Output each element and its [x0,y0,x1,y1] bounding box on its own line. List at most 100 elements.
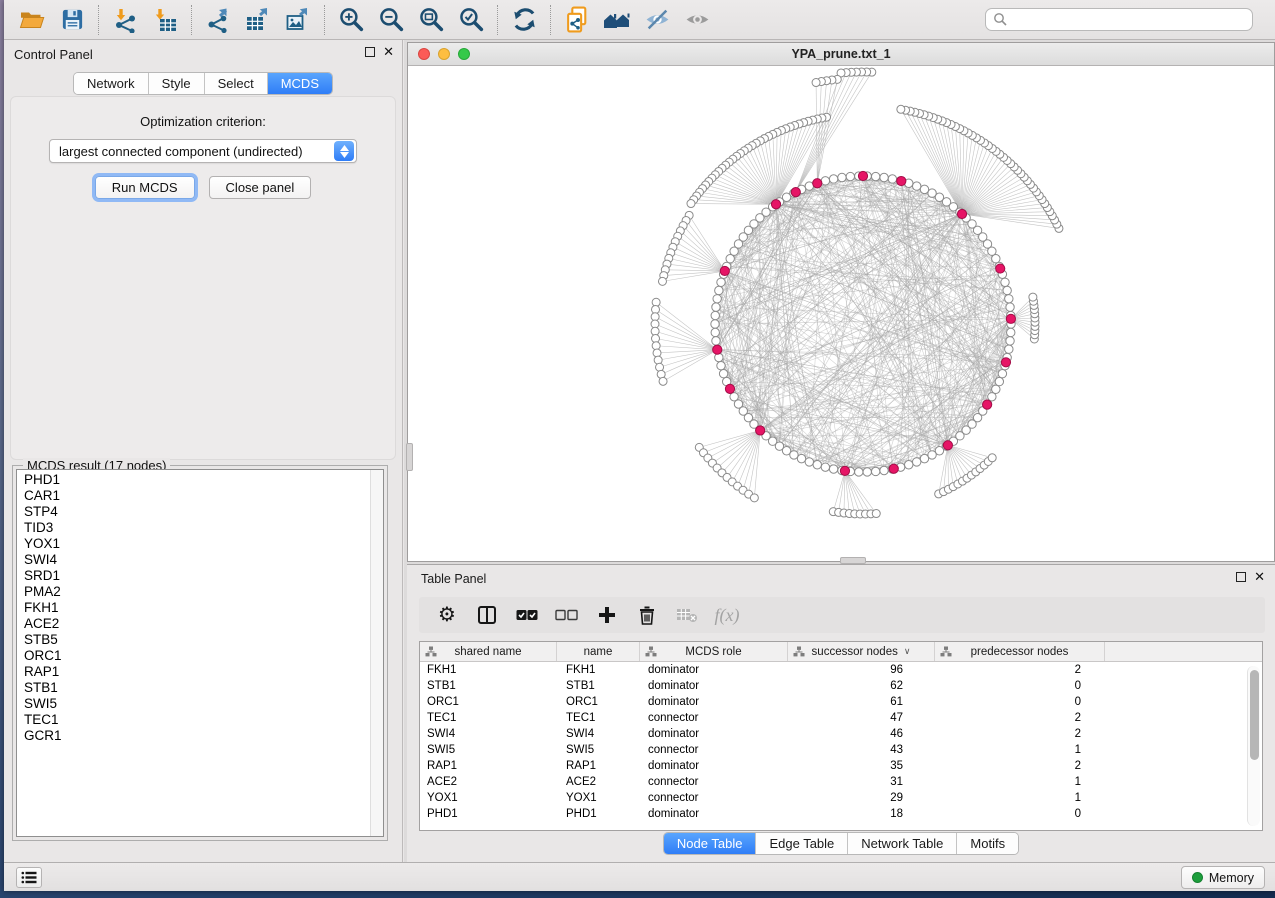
cell-successor-nodes[interactable]: 62 [788,680,935,692]
mcds-result-item[interactable]: TEC1 [17,712,370,728]
tab-network-table[interactable]: Network Table [848,833,957,854]
window-close-light[interactable] [418,48,430,60]
table-row[interactable]: ACE2ACE2connector311 [420,774,1262,790]
table-row[interactable]: FKH1FKH1dominator962 [420,662,1262,678]
add-column-icon[interactable] [589,600,625,630]
cell-successor-nodes[interactable]: 35 [788,760,935,772]
cell-mcds-role[interactable]: dominator [640,696,788,708]
cell-name[interactable]: STB1 [557,680,640,692]
table-row[interactable]: RAP1RAP1dominator352 [420,758,1262,774]
mcds-result-item[interactable]: FKH1 [17,600,370,616]
cell-shared-name[interactable]: PHD1 [420,808,557,820]
split-divider-grabber-vertical[interactable] [406,443,413,471]
cell-name[interactable]: ACE2 [557,776,640,788]
cell-shared-name[interactable]: FKH1 [420,664,557,676]
zoom-selected-icon[interactable] [451,3,491,37]
cell-predecessor-nodes[interactable]: 1 [935,744,1105,756]
cell-successor-nodes[interactable]: 31 [788,776,935,788]
cell-mcds-role[interactable]: dominator [640,760,788,772]
refresh-icon[interactable] [504,3,544,37]
cell-successor-nodes[interactable]: 96 [788,664,935,676]
criterion-select[interactable]: largest connected component (undirected) [49,139,357,163]
table-scrollbar-thumb[interactable] [1250,670,1259,760]
tab-style[interactable]: Style [149,73,205,94]
mcds-result-item[interactable]: PHD1 [17,472,370,488]
split-divider-grabber-horizontal[interactable] [840,557,866,564]
task-history-button[interactable] [16,867,42,888]
cell-name[interactable]: ORC1 [557,696,640,708]
save-session-icon[interactable] [52,3,92,37]
cell-shared-name[interactable]: RAP1 [420,760,557,772]
delete-column-trash-icon[interactable] [629,600,665,630]
window-minimize-light[interactable] [438,48,450,60]
show-columns-icon[interactable] [469,600,505,630]
export-network-icon[interactable] [198,3,238,37]
cell-successor-nodes[interactable]: 29 [788,792,935,804]
deselect-all-icon[interactable] [549,600,585,630]
cell-predecessor-nodes[interactable]: 1 [935,776,1105,788]
cell-successor-nodes[interactable]: 61 [788,696,935,708]
hide-selected-icon[interactable] [637,3,677,37]
cell-shared-name[interactable]: STB1 [420,680,557,692]
table-row[interactable]: TEC1TEC1connector472 [420,710,1262,726]
cell-mcds-role[interactable]: dominator [640,664,788,676]
cell-predecessor-nodes[interactable]: 0 [935,808,1105,820]
show-all-icon[interactable] [677,3,717,37]
first-neighbors-icon[interactable] [597,3,637,37]
memory-button[interactable]: Memory [1181,866,1265,889]
column-header-predecessor-nodes[interactable]: predecessor nodes [935,642,1105,661]
column-header-name[interactable]: name [557,642,640,661]
network-window-titlebar[interactable]: YPA_prune.txt_1 [408,43,1274,66]
cell-shared-name[interactable]: YOX1 [420,792,557,804]
mcds-result-item[interactable]: STB5 [17,632,370,648]
cell-mcds-role[interactable]: dominator [640,728,788,740]
table-scrollbar[interactable] [1247,666,1260,826]
cell-name[interactable]: FKH1 [557,664,640,676]
cell-shared-name[interactable]: ACE2 [420,776,557,788]
close-panel-icon[interactable]: ✕ [383,47,394,57]
cell-shared-name[interactable]: ORC1 [420,696,557,708]
cell-mcds-role[interactable]: dominator [640,808,788,820]
zoom-fit-icon[interactable] [411,3,451,37]
column-header-shared-name[interactable]: shared name [420,642,557,661]
tab-mcds[interactable]: MCDS [268,73,332,94]
mcds-result-item[interactable]: STP4 [17,504,370,520]
tab-node-table[interactable]: Node Table [664,833,757,854]
mcds-result-item[interactable]: STB1 [17,680,370,696]
cell-name[interactable]: PHD1 [557,808,640,820]
column-header-successor-nodes[interactable]: successor nodes ∨ [788,642,935,661]
cell-shared-name[interactable]: SWI5 [420,744,557,756]
mcds-result-item[interactable]: GCR1 [17,728,370,744]
cell-shared-name[interactable]: TEC1 [420,712,557,724]
mcds-result-item[interactable]: TID3 [17,520,370,536]
mcds-result-item[interactable]: SWI4 [17,552,370,568]
cell-successor-nodes[interactable]: 18 [788,808,935,820]
open-file-icon[interactable] [12,3,52,37]
table-row[interactable]: PHD1PHD1dominator180 [420,806,1262,822]
cell-name[interactable]: TEC1 [557,712,640,724]
search-input[interactable] [985,8,1253,31]
cell-mcds-role[interactable]: connector [640,712,788,724]
table-row[interactable]: YOX1YOX1connector291 [420,790,1262,806]
float-table-panel-icon[interactable] [1236,572,1246,582]
mcds-result-item[interactable]: SWI5 [17,696,370,712]
table-settings-gear-icon[interactable]: ⚙ [429,600,465,630]
mcds-result-item[interactable]: CAR1 [17,488,370,504]
import-network-icon[interactable] [105,3,145,37]
cell-shared-name[interactable]: SWI4 [420,728,557,740]
cell-predecessor-nodes[interactable]: 0 [935,696,1105,708]
cell-mcds-role[interactable]: dominator [640,680,788,692]
export-table-icon[interactable] [238,3,278,37]
mcds-result-item[interactable]: ACE2 [17,616,370,632]
network-canvas[interactable] [408,66,1274,561]
cell-name[interactable]: YOX1 [557,792,640,804]
close-panel-button[interactable]: Close panel [209,176,312,199]
export-image-icon[interactable] [278,3,318,37]
table-row[interactable]: STB1STB1dominator620 [420,678,1262,694]
cell-name[interactable]: SWI4 [557,728,640,740]
cell-predecessor-nodes[interactable]: 1 [935,792,1105,804]
mcds-result-item[interactable]: SRD1 [17,568,370,584]
cell-predecessor-nodes[interactable]: 2 [935,712,1105,724]
table-row[interactable]: SWI4SWI4dominator462 [420,726,1262,742]
table-row[interactable]: SWI5SWI5connector431 [420,742,1262,758]
